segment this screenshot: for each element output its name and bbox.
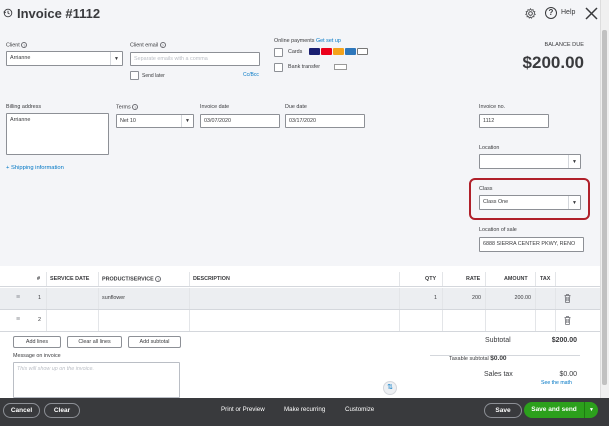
drag-handle-icon[interactable]: ≡	[16, 316, 20, 323]
print-preview-button[interactable]: Print or Preview	[221, 406, 265, 413]
col-amount-header: AMOUNT	[504, 276, 528, 282]
col-product-header: PRODUCT/SERVICE ?	[102, 276, 162, 283]
chevron-down-icon[interactable]: ▼	[568, 196, 580, 209]
clear-button[interactable]: Clear	[44, 403, 80, 418]
scrollbar-thumb[interactable]	[602, 30, 607, 385]
send-later-checkbox[interactable]	[130, 71, 139, 80]
clear-all-lines-button[interactable]: Clear all lines	[67, 336, 122, 348]
bank-transfer-checkbox[interactable]	[274, 63, 283, 72]
help-icon[interactable]: ?	[545, 7, 557, 19]
help-icon: ?	[21, 42, 28, 48]
sort-arrows-icon[interactable]: ⇅	[383, 381, 397, 395]
due-date-label: Due date	[285, 104, 307, 110]
row-num: 2	[38, 317, 41, 323]
client-email-label: Client email ?	[130, 42, 166, 49]
location-label: Location	[479, 145, 500, 151]
message-textarea[interactable]: This will show up on the invoice.	[13, 362, 180, 398]
trash-icon[interactable]	[564, 316, 571, 325]
discover-icon	[333, 48, 344, 55]
help-icon: ?	[159, 42, 166, 48]
help-icon: ?	[155, 276, 162, 282]
sales-tax-value: $0.00	[559, 371, 577, 378]
client-select[interactable]: Arrianne ▼	[6, 51, 123, 66]
cancel-button[interactable]: Cancel	[3, 403, 40, 418]
col-rate-header: RATE	[466, 276, 481, 282]
help-label[interactable]: Help	[561, 9, 575, 16]
bank-logo-icon	[334, 64, 347, 70]
mastercard-icon	[321, 48, 332, 55]
invoice-no-input[interactable]: 1112	[479, 114, 549, 128]
help-icon: ?	[132, 104, 139, 110]
cards-label: Cards	[288, 49, 303, 55]
client-label: Client ?	[6, 42, 28, 49]
visa-icon	[309, 48, 320, 55]
due-date-input[interactable]: 03/17/2020	[285, 114, 365, 128]
location-of-sale-input[interactable]: 6888 SIERRA CENTER PKWY, RENO	[479, 237, 584, 252]
page-title: Invoice #1112	[17, 6, 101, 21]
row-product[interactable]: sunflower	[102, 295, 125, 301]
invoice-date-input[interactable]: 03/07/2020	[200, 114, 280, 128]
table-row[interactable]: ≡ 2	[0, 310, 600, 332]
col-description-header: DESCRIPTION	[193, 276, 230, 282]
col-num-header: #	[37, 276, 40, 282]
gear-icon[interactable]	[525, 8, 536, 19]
save-button[interactable]: Save	[484, 403, 522, 418]
trash-icon[interactable]	[564, 294, 571, 303]
balance-due-amount: $200.00	[522, 53, 584, 72]
add-subtotal-button[interactable]: Add subtotal	[128, 336, 181, 348]
shipping-information-link[interactable]: + Shipping information	[6, 165, 64, 171]
history-icon[interactable]	[3, 8, 13, 18]
row-amount[interactable]: 200.00	[490, 295, 532, 301]
terms-select[interactable]: Net 10 ▼	[116, 114, 194, 128]
get-set-up-link[interactable]: Get set up	[316, 38, 341, 44]
class-select[interactable]: Class One ▼	[479, 195, 581, 210]
chevron-down-icon[interactable]: ▼	[568, 155, 580, 168]
location-select[interactable]: ▼	[479, 154, 581, 169]
message-label: Message on invoice	[13, 353, 61, 359]
subtotal-value: $200.00	[551, 337, 577, 344]
row-qty[interactable]: 1	[420, 295, 437, 301]
card-logos	[309, 48, 369, 55]
billing-address-label: Billing address	[6, 104, 42, 110]
sales-tax-label: Sales tax	[484, 371, 513, 378]
bank-transfer-label: Bank transfer	[288, 64, 321, 70]
col-service-date-header: SERVICE DATE	[50, 276, 90, 282]
taxable-subtotal: Taxable subtotal $0.00	[449, 355, 507, 362]
drag-handle-icon[interactable]: ≡	[16, 294, 20, 301]
col-qty-header: QTY	[425, 276, 437, 282]
class-label: Class	[479, 186, 493, 192]
ccbcc-link[interactable]: Cc/Bcc	[243, 72, 259, 78]
col-tax-header: TAX	[540, 276, 551, 282]
billing-address-textarea[interactable]: Arrianne	[6, 113, 109, 155]
line-items-header: # SERVICE DATE PRODUCT/SERVICE ? DESCRIP…	[0, 272, 600, 287]
send-later-label: Send later	[142, 73, 165, 79]
online-payments-label: Online payments Get set up	[274, 38, 341, 44]
see-the-math-link[interactable]: See the math	[541, 380, 572, 386]
client-email-input[interactable]: Separate emails with a comma	[130, 52, 260, 66]
amex-icon	[345, 48, 356, 55]
customize-button[interactable]: Customize	[345, 406, 374, 413]
location-of-sale-label: Location of sale	[479, 227, 517, 233]
cards-checkbox[interactable]	[274, 48, 283, 57]
apple-pay-icon	[357, 48, 368, 55]
invoice-no-label: Invoice no.	[479, 104, 506, 110]
subtotal-label: Subtotal	[485, 337, 511, 344]
add-lines-button[interactable]: Add lines	[13, 336, 61, 348]
terms-label: Terms ?	[116, 104, 139, 111]
row-num: 1	[38, 295, 41, 301]
chevron-down-icon[interactable]: ▼	[110, 52, 122, 65]
invoice-date-label: Invoice date	[200, 104, 230, 110]
make-recurring-button[interactable]: Make recurring	[284, 406, 325, 413]
row-rate[interactable]: 200	[450, 295, 481, 301]
save-and-send-button[interactable]: Save and send	[524, 402, 584, 418]
chevron-down-icon[interactable]: ▼	[181, 115, 193, 127]
table-row[interactable]: ≡ 1 sunflower 1 200 200.00	[0, 288, 600, 310]
close-icon[interactable]	[585, 7, 598, 20]
balance-due-label: BALANCE DUE	[544, 42, 584, 48]
